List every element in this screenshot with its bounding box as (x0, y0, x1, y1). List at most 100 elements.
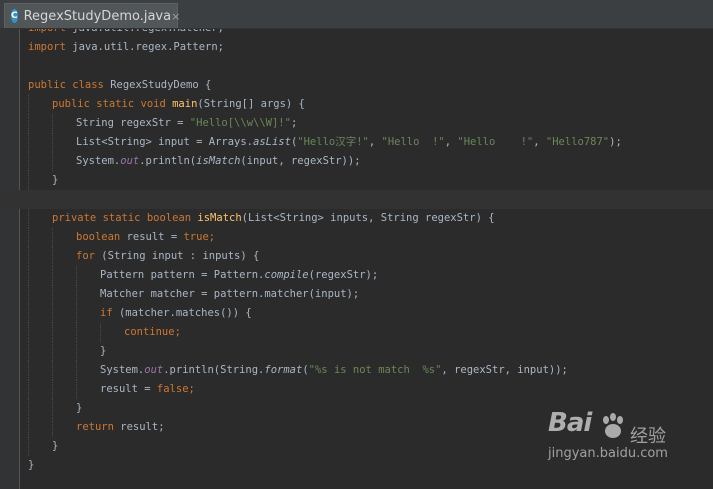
indent-guide (28, 95, 29, 114)
indent-guide (52, 228, 53, 247)
code-token: (matcher.matches()) { (118, 307, 252, 319)
watermark-brand: Bai (548, 408, 592, 438)
code-token: result = (126, 231, 184, 243)
indent-guide (28, 418, 29, 437)
indent-guide (52, 285, 53, 304)
indent-guide (28, 209, 29, 228)
code-line[interactable]: import java.util.regex.Pattern; (0, 38, 713, 57)
indent-guide (28, 399, 29, 418)
code-line[interactable]: Matcher matcher = pattern.matcher(input)… (0, 285, 713, 304)
code-line-content: result = false; (100, 383, 195, 395)
code-line-content: } (52, 440, 58, 452)
code-line[interactable]: if (matcher.matches()) { (0, 304, 713, 323)
code-token: isMatch (197, 212, 242, 224)
code-token: private static boolean (52, 212, 198, 224)
code-token: (String[] args) { (197, 98, 305, 110)
code-token: import (28, 29, 72, 34)
indent-guide (100, 323, 101, 342)
code-line[interactable]: result = false; (0, 380, 713, 399)
code-token: System. (100, 364, 145, 376)
tab-regexstudydemo[interactable]: C RegexStudyDemo.java × (4, 3, 180, 28)
code-token: .println(String. (163, 364, 265, 376)
indent-guide (52, 133, 53, 152)
code-line-content: } (100, 345, 106, 357)
code-line-content: return result; (76, 421, 165, 433)
indent-guide (52, 418, 53, 437)
indent-guide (52, 380, 53, 399)
code-token: "Hello汉字!" (297, 136, 369, 148)
code-token: continue; (124, 326, 181, 338)
code-line-content: private static boolean isMatch(List<Stri… (52, 212, 495, 224)
indent-guide (28, 342, 29, 361)
code-line[interactable]: public static void main(String[] args) { (0, 95, 713, 114)
code-token: main (172, 98, 198, 110)
code-line[interactable]: for (String input : inputs) { (0, 247, 713, 266)
code-line[interactable]: Pattern pattern = Pattern.compile(regexS… (0, 266, 713, 285)
code-token: Pattern pattern = Pattern. (100, 269, 265, 281)
code-token: } (52, 440, 59, 452)
code-line-content: } (76, 402, 82, 414)
code-line[interactable] (0, 57, 713, 76)
indent-guide (28, 247, 29, 266)
code-token: (regexStr); (308, 269, 379, 281)
code-line[interactable]: } (0, 171, 713, 190)
close-icon[interactable]: × (171, 10, 180, 23)
code-line[interactable]: System.out.println(String.format("%s is … (0, 361, 713, 380)
code-token: } (100, 345, 107, 357)
code-token: isMatch (196, 155, 241, 167)
code-line-content: if (matcher.matches()) { (100, 307, 252, 319)
tab-title: RegexStudyDemo.java (23, 8, 172, 24)
indent-guide (28, 361, 29, 380)
code-token: import (28, 41, 73, 53)
code-token: ; (290, 117, 298, 129)
code-line-content: } (28, 459, 34, 471)
code-token: } (28, 459, 35, 471)
code-line-content: boolean result = true; (76, 231, 215, 243)
code-line[interactable]: List<String> input = Arrays.asList("Hell… (0, 133, 713, 152)
code-line-content: List<String> input = Arrays.asList("Hell… (76, 136, 622, 148)
code-line[interactable]: private static boolean isMatch(List<Stri… (0, 209, 713, 228)
code-line[interactable]: continue; (0, 323, 713, 342)
indent-guide (76, 361, 77, 380)
indent-guide (76, 342, 77, 361)
code-line-content: for (String input : inputs) { (76, 250, 259, 262)
code-token: out (144, 364, 164, 376)
code-token: java.util.regex.Matcher; (72, 29, 224, 34)
indent-guide (28, 437, 29, 456)
indent-guide (52, 247, 53, 266)
code-token: true (183, 231, 209, 243)
code-line-content: import java.util.regex.Pattern; (28, 41, 224, 53)
code-token: result; (120, 421, 165, 433)
indent-guide (52, 361, 53, 380)
code-token: (String input : inputs) { (101, 250, 260, 262)
code-line[interactable]: } (0, 342, 713, 361)
code-token: ; (208, 231, 216, 243)
code-token: boolean (76, 231, 127, 243)
indent-guide (52, 266, 53, 285)
editor-tab-bar: C RegexStudyDemo.java × (0, 0, 713, 29)
code-line[interactable]: String regexStr = "Hello[\\w\\W]!"; (0, 114, 713, 133)
code-token: if (100, 307, 119, 319)
code-token: System. (76, 155, 121, 167)
code-token: List<String> input = Arrays. (76, 136, 254, 148)
code-line-content: Matcher matcher = pattern.matcher(input)… (100, 288, 359, 300)
indent-guide (52, 114, 53, 133)
code-token: } (52, 174, 59, 186)
code-token: } (76, 402, 83, 414)
code-token: .println( (139, 155, 197, 167)
code-token: , (533, 136, 546, 148)
code-line[interactable] (0, 190, 713, 209)
code-token: (List<String> inputs, String regexStr) { (241, 212, 495, 224)
code-line[interactable]: System.out.println(isMatch(input, regexS… (0, 152, 713, 171)
indent-guide (76, 380, 77, 399)
indent-guide (28, 133, 29, 152)
code-line-content: continue; (124, 326, 181, 338)
code-token: java.util.regex.Pattern; (72, 41, 224, 53)
code-line[interactable]: boolean result = true; (0, 228, 713, 247)
code-token: "%s is not match %s" (308, 364, 442, 376)
code-token: format (264, 364, 303, 376)
watermark-url: jingyan.baidu.com (548, 446, 668, 461)
code-token: result = (100, 383, 157, 395)
code-line[interactable]: import java.util.regex.Matcher; (0, 29, 713, 38)
code-line[interactable]: public class RegexStudyDemo { (0, 76, 713, 95)
